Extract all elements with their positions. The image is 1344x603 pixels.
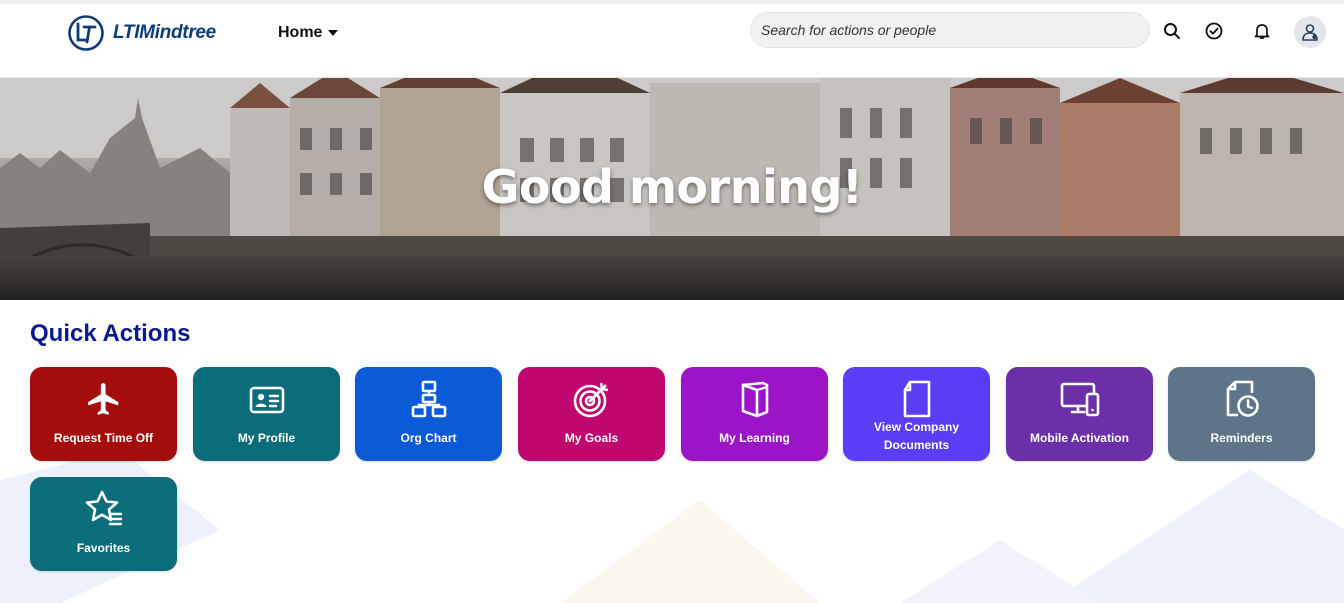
tile-view-company-documents[interactable]: View Company Documents <box>843 367 990 461</box>
hero-banner: Good morning! <box>0 78 1344 300</box>
approvals-check-icon <box>1205 22 1223 40</box>
home-nav-dropdown[interactable]: Home <box>278 18 339 48</box>
tile-label: My Profile <box>237 431 296 445</box>
book-icon <box>735 379 775 419</box>
user-avatar-icon <box>1302 24 1318 41</box>
notifications-button[interactable] <box>1249 18 1275 44</box>
tile-label: View Company Documents <box>873 420 960 452</box>
tile-my-learning[interactable]: My Learning <box>681 367 828 461</box>
search-input[interactable] <box>761 22 1139 38</box>
search-bar[interactable] <box>750 12 1150 48</box>
search-button[interactable] <box>1159 18 1185 44</box>
top-navigation-bar: LTIMindtree Home <box>0 0 1344 78</box>
tile-label: Favorites <box>76 541 131 555</box>
tile-org-chart[interactable]: Org Chart <box>355 367 502 461</box>
tile-label: My Goals <box>564 431 619 445</box>
document-icon <box>897 379 937 419</box>
search-icon <box>1164 23 1180 39</box>
greeting-heading: Good morning! <box>481 160 863 214</box>
quick-actions-heading: Quick Actions <box>30 320 191 347</box>
devices-icon <box>1060 379 1100 419</box>
tile-label: Mobile Activation <box>1030 431 1129 445</box>
tile-my-goals[interactable]: My Goals <box>518 367 665 461</box>
org-chart-icon <box>409 379 449 419</box>
logo-text: LTIMindtree <box>113 22 216 43</box>
clock-document-icon <box>1222 379 1262 419</box>
star-list-icon <box>84 489 124 529</box>
tile-label: Reminders <box>1210 431 1273 445</box>
tile-mobile-activation[interactable]: Mobile Activation <box>1006 367 1153 461</box>
caret-down-icon <box>328 30 339 36</box>
airplane-icon <box>84 379 124 419</box>
tile-reminders[interactable]: Reminders <box>1168 367 1315 461</box>
notification-bell-icon <box>1254 24 1270 39</box>
user-avatar[interactable] <box>1294 16 1326 48</box>
logo-mark-icon <box>68 15 104 51</box>
tile-label: Request Time Off <box>53 431 154 445</box>
tile-request-time-off[interactable]: Request Time Off <box>30 367 177 461</box>
tile-label: Org Chart <box>400 431 457 445</box>
home-nav-label: Home <box>278 24 323 41</box>
target-icon <box>572 379 612 419</box>
company-logo[interactable]: LTIMindtree <box>67 13 216 53</box>
approvals-button[interactable] <box>1201 18 1227 44</box>
tile-favorites[interactable]: Favorites <box>30 477 177 571</box>
id-card-icon <box>247 379 287 419</box>
tile-label: My Learning <box>719 431 790 445</box>
tile-my-profile[interactable]: My Profile <box>193 367 340 461</box>
